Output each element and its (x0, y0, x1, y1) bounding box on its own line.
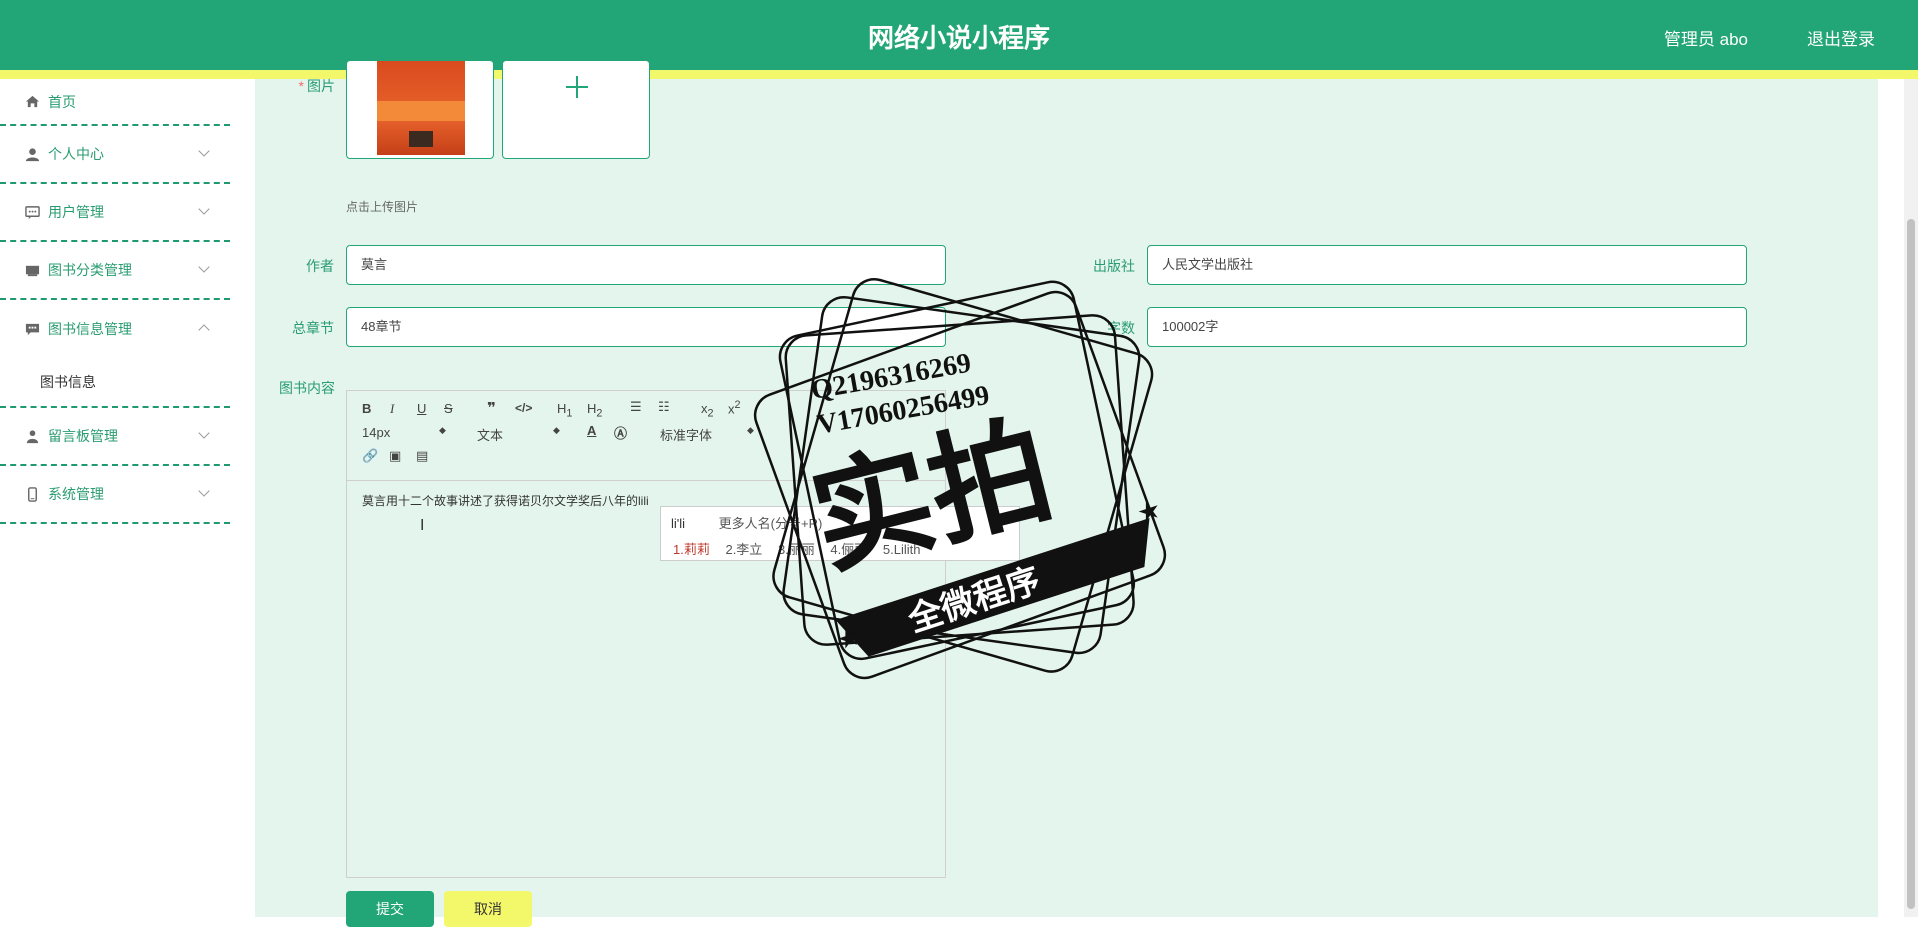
sidebar-subitem-book-info[interactable]: 图书信息 (0, 358, 230, 408)
font-size-select[interactable]: 14px (362, 425, 390, 440)
chevron-updown-icon: ◆ (439, 425, 446, 435)
font-family-select[interactable]: 标准字体 (660, 425, 712, 444)
link-icon[interactable]: 🔗 (362, 448, 378, 464)
subscript-button[interactable]: x2 (701, 401, 714, 420)
sidebar-item-users[interactable]: 用户管理 (0, 184, 230, 242)
admin-label: 管理员 abo (1663, 30, 1748, 49)
phone-icon (25, 486, 40, 502)
chevron-down-icon (198, 427, 210, 439)
person-icon (25, 429, 40, 444)
ime-input: li'li (671, 516, 686, 531)
editor-content[interactable]: 莫言用十二个故事讲述了获得诺贝尔文学奖后八年的lili (362, 492, 649, 509)
sidebar-item-label: 个人中心 (48, 146, 104, 162)
sidebar-item-label: 图书信息管理 (48, 321, 132, 337)
uploaded-image-thumbnail[interactable] (346, 60, 494, 159)
sidebar-item-book-info[interactable]: 图书信息管理 (0, 300, 230, 358)
sidebar: 首页 个人中心 用户管理 图书分类管理 图书信息管理 图书信息 留言板管理 系统… (0, 79, 230, 917)
cancel-button[interactable]: 取消 (444, 891, 532, 927)
top-bar: 网络小说小程序 管理员 abo 退出登录 (0, 0, 1918, 70)
content-label: 图书内容 (279, 380, 335, 396)
chapters-label: 总章节 (292, 320, 334, 336)
scrollbar-thumb[interactable] (1907, 219, 1915, 909)
font-color-icon[interactable]: A (587, 423, 596, 438)
h2-button[interactable]: H2 (587, 401, 602, 420)
words-input[interactable]: 100002字 (1147, 307, 1747, 347)
sidebar-item-label: 图书分类管理 (48, 262, 132, 278)
chevron-down-icon (198, 203, 210, 215)
sidebar-subitem-label: 图书信息 (40, 374, 96, 390)
bold-button[interactable]: B (362, 401, 371, 416)
sidebar-item-system[interactable]: 系统管理 (0, 466, 230, 524)
sidebar-item-home[interactable]: 首页 (0, 79, 230, 126)
message-icon (25, 322, 40, 337)
page-scrollbar[interactable] (1904, 79, 1918, 917)
text-cursor-icon: I (420, 517, 425, 534)
upload-image-button[interactable] (502, 60, 650, 159)
chat-icon (25, 205, 40, 220)
book-cover-image (377, 61, 465, 155)
sidebar-item-label: 用户管理 (48, 204, 104, 220)
app-title: 网络小说小程序 (867, 23, 1050, 53)
video-icon[interactable]: ▤ (416, 448, 428, 464)
submit-button[interactable]: 提交 (346, 891, 434, 927)
watermark-stamp: Q2196316269 V17060256499 实拍 全微程序 ★ ★ (753, 278, 1167, 680)
logout-link[interactable]: 退出登录 (1807, 25, 1875, 50)
author-label: 作者 (306, 258, 334, 274)
user-icon (25, 147, 40, 162)
text-style-select[interactable]: 文本 (477, 425, 503, 444)
superscript-button[interactable]: x2 (728, 399, 741, 416)
chevron-down-icon (198, 485, 210, 497)
strike-button[interactable]: S (444, 401, 453, 416)
bullet-list-icon[interactable]: ☷ (658, 399, 670, 415)
chevron-down-icon (198, 261, 210, 273)
underline-button[interactable]: U (417, 401, 426, 416)
home-icon (25, 94, 40, 109)
book-icon (25, 263, 40, 278)
chevron-up-icon (198, 324, 210, 336)
image-label: * 图片 (298, 78, 335, 94)
h1-button[interactable]: H1 (557, 401, 572, 420)
code-icon[interactable]: </> (515, 401, 532, 415)
publisher-input[interactable]: 人民文学出版社 (1147, 245, 1747, 285)
ime-candidate[interactable]: 1.莉莉 (673, 542, 710, 557)
sidebar-item-label: 系统管理 (48, 486, 104, 502)
sidebar-item-book-category[interactable]: 图书分类管理 (0, 242, 230, 300)
image-icon[interactable]: ▣ (389, 448, 401, 464)
italic-button[interactable]: I (390, 401, 394, 417)
sidebar-item-label: 首页 (48, 93, 76, 110)
quote-icon[interactable]: ❞ (487, 399, 496, 417)
sidebar-item-message-board[interactable]: 留言板管理 (0, 408, 230, 466)
watermark-banner: 全微程序 (903, 560, 1046, 640)
upload-tip: 点击上传图片 (346, 200, 419, 214)
ordered-list-icon[interactable]: ☰ (630, 399, 642, 415)
chevron-down-icon (198, 145, 210, 157)
sidebar-item-profile[interactable]: 个人中心 (0, 126, 230, 184)
sidebar-item-label: 留言板管理 (48, 428, 118, 444)
chevron-updown-icon: ◆ (553, 425, 560, 435)
background-color-icon[interactable]: Ⓐ (614, 423, 627, 442)
